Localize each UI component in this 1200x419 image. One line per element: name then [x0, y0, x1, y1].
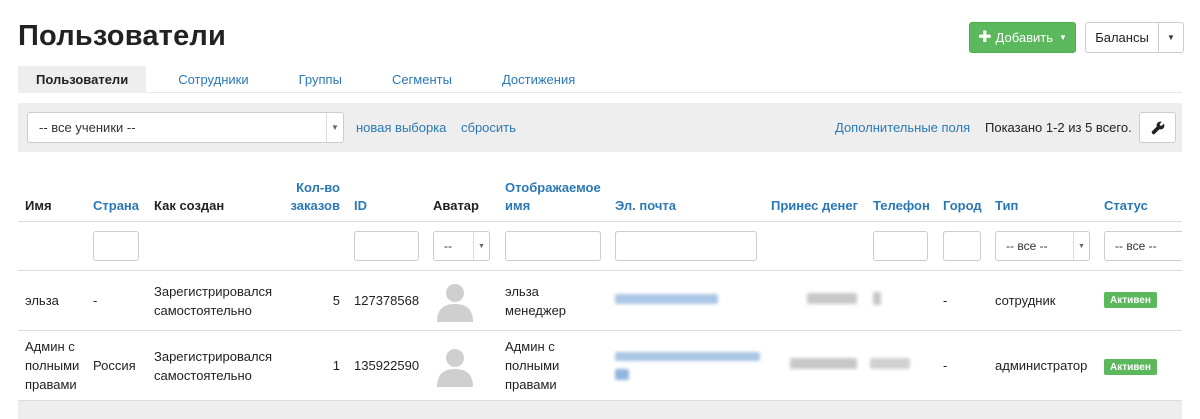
new-selection-link[interactable]: новая выборка: [356, 120, 446, 135]
balances-button-group: Балансы ▼: [1085, 22, 1184, 53]
row1-type: сотрудник: [995, 293, 1056, 308]
add-button-label: Добавить: [995, 30, 1053, 45]
col-created: Как создан: [154, 198, 225, 213]
row1-phone-redacted: [873, 292, 881, 305]
row2-email-redacted-2: [615, 369, 629, 380]
reset-link[interactable]: сбросить: [461, 120, 516, 135]
row1-orders: 5: [332, 293, 340, 308]
type-filter-select[interactable]: -- все -- ▼: [995, 231, 1090, 261]
col-name: Имя: [25, 198, 52, 213]
caret-down-icon: ▼: [1073, 232, 1089, 260]
plus-icon: ✚: [978, 28, 992, 46]
row2-country: Россия: [93, 358, 136, 373]
row2-phone-redacted: [870, 358, 910, 369]
row2-money-redacted: [790, 358, 857, 369]
col-type[interactable]: Тип: [995, 197, 1018, 215]
filter-bar: -- все ученики -- ▼ новая выборка сброси…: [18, 103, 1182, 152]
tab-employees[interactable]: Сотрудники: [146, 66, 273, 93]
col-status[interactable]: Статус: [1104, 197, 1148, 215]
avatar-placeholder-icon: [437, 349, 473, 387]
caret-down-icon: ▼: [326, 113, 343, 142]
tab-segments[interactable]: Сегменты: [367, 66, 477, 93]
col-id[interactable]: ID: [354, 197, 367, 215]
wrench-icon: [1151, 121, 1164, 134]
type-filter-value: -- все --: [1006, 239, 1048, 253]
status-badge: Активен: [1104, 359, 1157, 375]
caret-down-icon: ▼: [1058, 33, 1067, 42]
row2-type: администратор: [995, 358, 1088, 373]
status-filter-value: -- все --: [1115, 239, 1157, 253]
caret-down-icon: ▼: [1167, 33, 1175, 42]
row1-id: 127378568: [354, 293, 420, 308]
col-display-line2: имя: [505, 198, 531, 213]
col-money[interactable]: Принес денег: [771, 197, 858, 215]
students-select[interactable]: -- все ученики -- ▼: [27, 112, 344, 143]
col-country[interactable]: Страна: [93, 197, 139, 215]
row1-email-redacted: [615, 294, 718, 304]
phone-filter-input[interactable]: [873, 231, 928, 261]
divider: [18, 270, 1182, 271]
caret-down-icon: ▼: [473, 232, 489, 260]
divider: [18, 330, 1182, 331]
balances-dropdown-toggle[interactable]: ▼: [1159, 22, 1184, 53]
avatar-filter-select[interactable]: -- ▼: [433, 231, 490, 261]
row2-created: Зарегистрировался самостоятельно: [154, 349, 273, 383]
tab-bar: Пользователи Сотрудники Группы Сегменты …: [18, 66, 1182, 93]
status-filter-select[interactable]: -- все --: [1104, 231, 1182, 261]
avatar-placeholder-icon: [437, 284, 473, 322]
pagination-summary: Показано 1-2 из 5 всего.: [985, 120, 1132, 135]
row2-email-redacted: [615, 352, 760, 361]
city-filter-input[interactable]: [943, 231, 981, 261]
country-filter-input[interactable]: [93, 231, 139, 261]
col-city[interactable]: Город: [943, 197, 982, 215]
display-name-filter-input[interactable]: [505, 231, 601, 261]
row2-display-name-link[interactable]: Админ с полными правами: [505, 337, 559, 394]
col-avatar: Аватар: [433, 198, 479, 213]
table-footer: [18, 400, 1182, 419]
row1-display-name-link[interactable]: эльза менеджер: [505, 282, 566, 320]
extra-fields-link[interactable]: Дополнительные поля: [835, 120, 970, 135]
page-title: Пользователи: [18, 20, 227, 52]
tab-achievements[interactable]: Достижения: [477, 66, 600, 93]
tab-users[interactable]: Пользователи: [18, 66, 147, 93]
settings-button[interactable]: [1139, 112, 1176, 143]
col-phone[interactable]: Телефон: [873, 197, 930, 215]
status-badge: Активен: [1104, 292, 1157, 308]
col-orders[interactable]: Кол-во заказов: [285, 179, 341, 215]
add-button[interactable]: ✚ Добавить ▼: [969, 22, 1076, 53]
row1-money-redacted: [807, 293, 857, 304]
col-email[interactable]: Эл. почта: [615, 197, 676, 215]
tab-groups[interactable]: Группы: [274, 66, 367, 93]
row2-id: 135922590: [354, 358, 420, 373]
col-orders-line2: заказов: [290, 198, 341, 213]
row2-orders: 1: [332, 358, 340, 373]
avatar-filter-value: --: [444, 239, 452, 253]
balances-button[interactable]: Балансы: [1085, 22, 1159, 53]
row1-created: Зарегистрировался самостоятельно: [154, 284, 273, 318]
divider: [18, 221, 1182, 222]
col-orders-line1: Кол-во: [296, 180, 340, 195]
email-filter-input[interactable]: [615, 231, 757, 261]
row1-country: -: [93, 293, 98, 308]
row1-city: -: [943, 293, 948, 308]
id-filter-input[interactable]: [354, 231, 419, 261]
row2-name: Админ с полными правами: [25, 339, 80, 392]
col-display-line1: Отображаемое: [505, 180, 601, 195]
row1-name: эльза: [25, 293, 59, 308]
row2-city: -: [943, 358, 948, 373]
col-display-name[interactable]: Отображаемое имя: [505, 179, 601, 215]
students-select-value: -- все ученики --: [39, 120, 136, 135]
